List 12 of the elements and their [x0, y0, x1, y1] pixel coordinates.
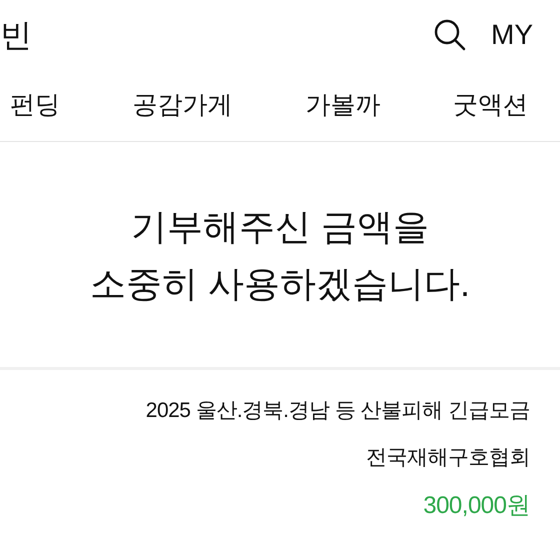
- nav-tab[interactable]: 가볼까: [305, 93, 380, 118]
- donation-amount: 300,000원: [423, 494, 530, 518]
- thank-you-text: 기부해주신 금액을: [130, 204, 429, 248]
- thank-you-text: 소중히 사용하겠습니다.: [90, 262, 470, 306]
- my-link[interactable]: MY: [491, 21, 533, 49]
- search-icon[interactable]: [433, 18, 467, 52]
- campaign-title: 2025 울산.경북.경남 등 산불피해 긴급모금: [146, 400, 530, 421]
- organization-name: 전국재해구호협회: [366, 447, 530, 468]
- nav-tab[interactable]: 굿액션: [452, 93, 528, 118]
- nav-tab[interactable]: 공감가게: [132, 93, 233, 118]
- nav-tab[interactable]: 펀딩: [10, 93, 60, 118]
- logo[interactable]: 빈: [0, 19, 32, 51]
